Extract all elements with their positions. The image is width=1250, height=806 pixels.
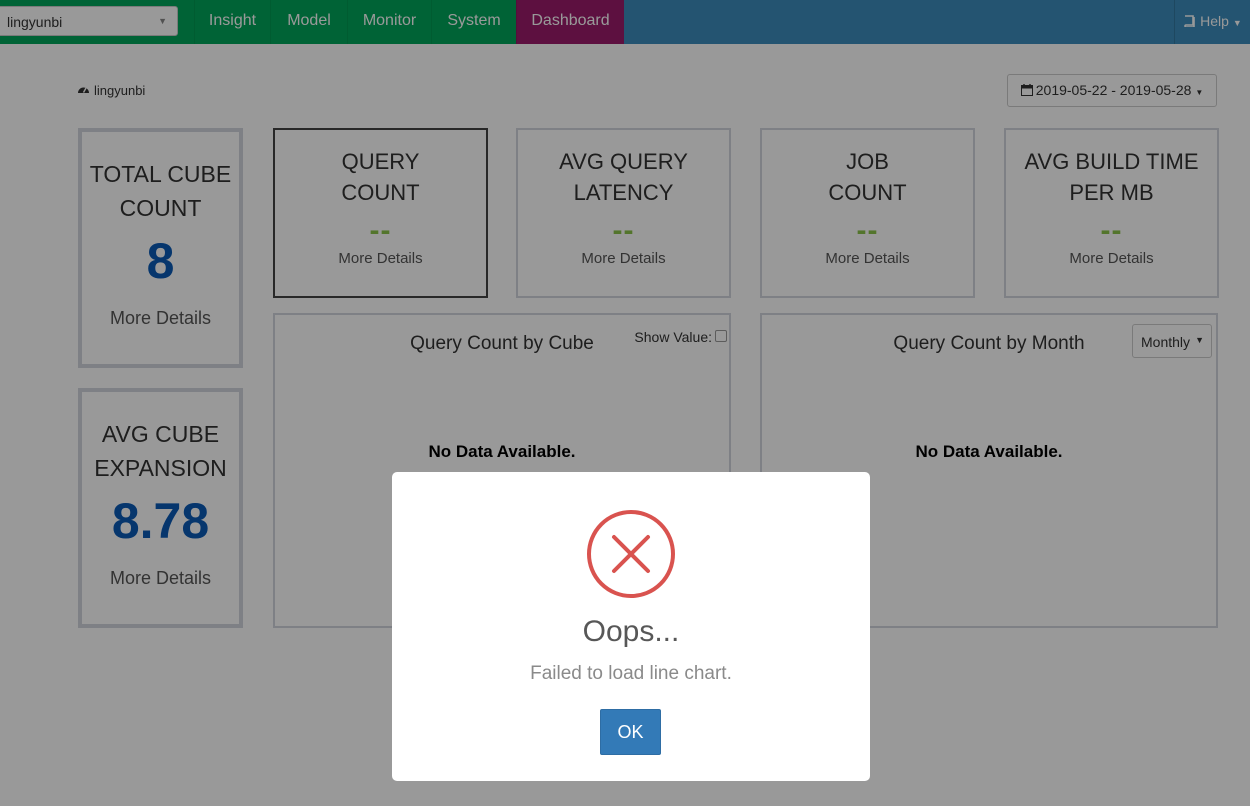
dialog-message: Failed to load line chart. [530,663,732,684]
dialog-title: Oops... [582,615,680,648]
error-dialog: Oops... Failed to load line chart. OK [392,472,870,781]
error-x-icon [587,510,675,598]
ok-button[interactable]: OK [600,709,661,755]
